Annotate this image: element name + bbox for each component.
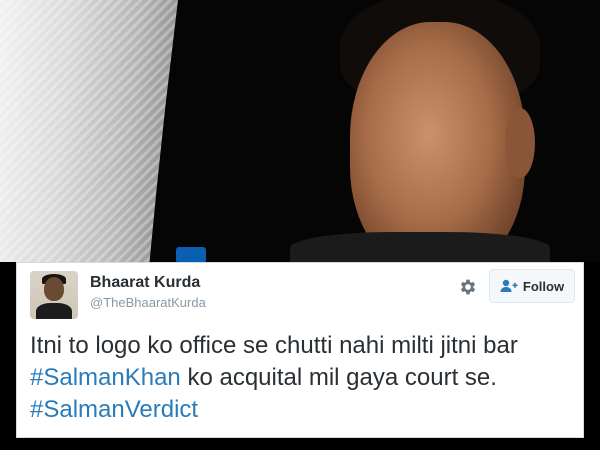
photo-face: [350, 22, 525, 262]
tweet-screenshot: Bhaarat Kurda @TheBhaaratKurda Follow It…: [0, 0, 600, 450]
display-name[interactable]: Bhaarat Kurda: [90, 274, 200, 292]
user-handle[interactable]: @TheBhaaratKurda: [90, 295, 206, 310]
add-user-icon: [500, 279, 518, 292]
photo-accent: [176, 247, 206, 262]
tweet-line-2: #SalmanKhan ko acquital mil gaya court s…: [30, 362, 578, 394]
photo-collar: [290, 232, 550, 262]
tweet-text: Itni to logo ko office se chutti nahi mi…: [30, 330, 578, 426]
tweet-card: Bhaarat Kurda @TheBhaaratKurda Follow It…: [16, 262, 584, 438]
tweet-line-3: #SalmanVerdict: [30, 394, 578, 426]
photo-panel: [0, 0, 178, 262]
follow-button[interactable]: Follow: [489, 269, 575, 303]
avatar-shirt: [36, 303, 72, 319]
tweet-line-1: Itni to logo ko office se chutti nahi mi…: [30, 332, 518, 359]
hashtag-salmanverdict[interactable]: #SalmanVerdict: [30, 396, 198, 423]
gear-icon[interactable]: [458, 277, 478, 297]
tweet-line-2-rest: ko acquital mil gaya court se.: [180, 364, 497, 391]
hashtag-salmankhan[interactable]: #SalmanKhan: [30, 364, 181, 391]
avatar-head: [44, 277, 64, 301]
follow-label: Follow: [522, 278, 565, 294]
avatar[interactable]: [30, 271, 78, 319]
photo: [0, 0, 600, 262]
photo-ear: [505, 108, 535, 178]
